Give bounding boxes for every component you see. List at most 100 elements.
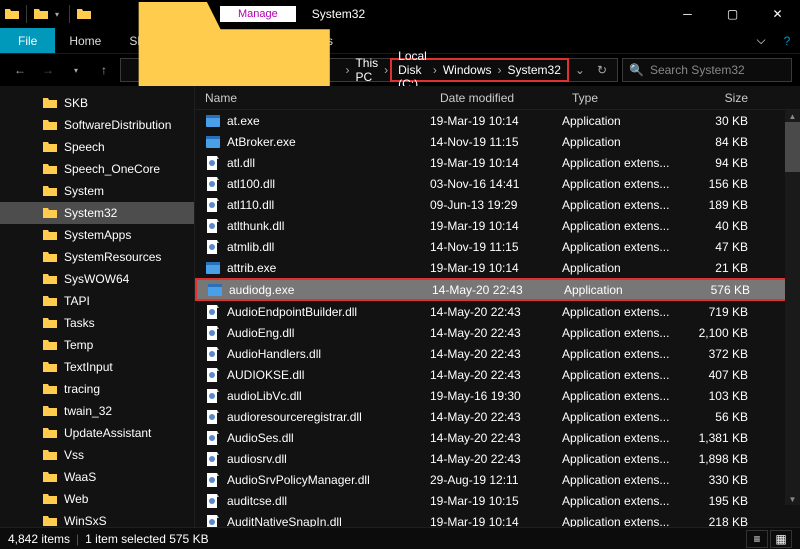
file-name: attrib.exe bbox=[227, 261, 276, 275]
folder-icon[interactable] bbox=[76, 6, 92, 22]
file-type: Application bbox=[564, 283, 682, 297]
file-name: auditcse.dll bbox=[227, 494, 287, 508]
forward-button[interactable]: → bbox=[36, 58, 60, 82]
tree-item-tracing[interactable]: tracing bbox=[0, 378, 194, 400]
chevron-right-icon[interactable]: › bbox=[431, 63, 439, 77]
thumbnails-view-button[interactable]: ▦ bbox=[770, 530, 792, 548]
file-row[interactable]: audiosrv.dll14-May-20 22:43Application e… bbox=[195, 448, 800, 469]
file-row[interactable]: at.exe19-Mar-19 10:14Application30 KB bbox=[195, 110, 800, 131]
tree-item-speech[interactable]: Speech bbox=[0, 136, 194, 158]
breadcrumb-windows[interactable]: Windows bbox=[439, 59, 496, 81]
tree-item-vss[interactable]: Vss bbox=[0, 444, 194, 466]
file-name: audiodg.exe bbox=[229, 283, 294, 297]
chevron-right-icon[interactable]: › bbox=[496, 63, 504, 77]
scrollbar-thumb[interactable] bbox=[785, 122, 800, 172]
file-type: Application extens... bbox=[562, 326, 680, 340]
file-type: Application bbox=[562, 135, 680, 149]
tree-item-syswow64[interactable]: SysWOW64 bbox=[0, 268, 194, 290]
file-size: 195 KB bbox=[680, 494, 762, 508]
tree-item-textinput[interactable]: TextInput bbox=[0, 356, 194, 378]
file-row[interactable]: AuditNativeSnapIn.dll19-Mar-19 10:14Appl… bbox=[195, 511, 800, 527]
file-name: AUDIOKSE.dll bbox=[227, 368, 304, 382]
file-row[interactable]: audioLibVc.dll19-May-16 19:30Application… bbox=[195, 385, 800, 406]
tree-item-softwaredistribution[interactable]: SoftwareDistribution bbox=[0, 114, 194, 136]
title-bar: ▾ Manage System32 ─ ▢ ✕ bbox=[0, 0, 800, 28]
col-size[interactable]: Size bbox=[680, 91, 762, 105]
file-row[interactable]: attrib.exe19-Mar-19 10:14Application21 K… bbox=[195, 257, 800, 278]
col-name[interactable]: Name bbox=[195, 91, 430, 105]
tree-item-speech_onecore[interactable]: Speech_OneCore bbox=[0, 158, 194, 180]
tab-home[interactable]: Home bbox=[55, 28, 115, 53]
file-date: 14-May-20 22:43 bbox=[430, 347, 562, 361]
file-row[interactable]: atl110.dll09-Jun-13 19:29Application ext… bbox=[195, 194, 800, 215]
file-rows: at.exe19-Mar-19 10:14Application30 KBAtB… bbox=[195, 110, 800, 527]
file-name: AudioSes.dll bbox=[227, 431, 294, 445]
breadcrumb-system32[interactable]: System32 bbox=[504, 59, 565, 81]
minimize-button[interactable]: ─ bbox=[665, 0, 710, 28]
highlighted-path: Local Disk (C:) › Windows › System32 bbox=[390, 58, 569, 82]
tree-item-updateassistant[interactable]: UpdateAssistant bbox=[0, 422, 194, 444]
close-button[interactable]: ✕ bbox=[755, 0, 800, 28]
breadcrumb-thispc[interactable]: This PC bbox=[351, 59, 382, 81]
details-view-button[interactable]: ≡ bbox=[746, 530, 768, 548]
file-row[interactable]: AudioEng.dll14-May-20 22:43Application e… bbox=[195, 322, 800, 343]
help-button[interactable]: ? bbox=[774, 28, 800, 53]
col-date[interactable]: Date modified bbox=[430, 91, 562, 105]
file-row[interactable]: atmlib.dll14-Nov-19 11:15Application ext… bbox=[195, 236, 800, 257]
file-row[interactable]: atl.dll19-Mar-19 10:14Application extens… bbox=[195, 152, 800, 173]
file-date: 14-May-20 22:43 bbox=[430, 431, 562, 445]
tree-item-systemresources[interactable]: SystemResources bbox=[0, 246, 194, 268]
file-size: 1,898 KB bbox=[680, 452, 762, 466]
folder-icon[interactable] bbox=[33, 6, 49, 22]
scroll-up-icon[interactable]: ▲ bbox=[785, 110, 800, 122]
navigation-tree[interactable]: SKBSoftwareDistributionSpeechSpeech_OneC… bbox=[0, 86, 195, 527]
tree-item-tapi[interactable]: TAPI bbox=[0, 290, 194, 312]
recent-locations-button[interactable]: ▾ bbox=[64, 58, 88, 82]
file-row[interactable]: AudioHandlers.dll14-May-20 22:43Applicat… bbox=[195, 343, 800, 364]
file-size: 218 KB bbox=[680, 515, 762, 528]
chevron-right-icon[interactable]: › bbox=[382, 63, 390, 77]
chevron-down-icon[interactable]: ▾ bbox=[51, 10, 63, 19]
file-size: 576 KB bbox=[682, 283, 764, 297]
address-bar[interactable]: › This PC › Local Disk (C:) › Windows › … bbox=[120, 58, 618, 82]
file-type: Application extens... bbox=[562, 452, 680, 466]
vertical-scrollbar[interactable]: ▲ ▼ bbox=[785, 110, 800, 505]
file-row[interactable]: AudioSrvPolicyManager.dll29-Aug-19 12:11… bbox=[195, 469, 800, 490]
file-row[interactable]: atl100.dll03-Nov-16 14:41Application ext… bbox=[195, 173, 800, 194]
file-size: 30 KB bbox=[680, 114, 762, 128]
refresh-button[interactable]: ↻ bbox=[591, 63, 613, 77]
file-name: AudioHandlers.dll bbox=[227, 347, 321, 361]
up-button[interactable]: ↑ bbox=[92, 58, 116, 82]
tree-item-twain_32[interactable]: twain_32 bbox=[0, 400, 194, 422]
tree-item-web[interactable]: Web bbox=[0, 488, 194, 510]
file-row[interactable]: atlthunk.dll19-Mar-19 10:14Application e… bbox=[195, 215, 800, 236]
chevron-right-icon[interactable]: › bbox=[343, 63, 351, 77]
file-name: AtBroker.exe bbox=[227, 135, 296, 149]
file-row[interactable]: auditcse.dll19-Mar-19 10:15Application e… bbox=[195, 490, 800, 511]
file-row[interactable]: audiodg.exe14-May-20 22:43Application576… bbox=[195, 278, 800, 301]
file-row[interactable]: AudioEndpointBuilder.dll14-May-20 22:43A… bbox=[195, 301, 800, 322]
tree-item-winsxs[interactable]: WinSxS bbox=[0, 510, 194, 527]
file-date: 19-Mar-19 10:14 bbox=[430, 219, 562, 233]
ribbon-collapse-button[interactable]: ⌵ bbox=[748, 28, 774, 53]
tree-item-waas[interactable]: WaaS bbox=[0, 466, 194, 488]
file-row[interactable]: AudioSes.dll14-May-20 22:43Application e… bbox=[195, 427, 800, 448]
tree-item-system[interactable]: System bbox=[0, 180, 194, 202]
back-button[interactable]: ← bbox=[8, 58, 32, 82]
file-row[interactable]: AUDIOKSE.dll14-May-20 22:43Application e… bbox=[195, 364, 800, 385]
file-row[interactable]: audioresourceregistrar.dll14-May-20 22:4… bbox=[195, 406, 800, 427]
tree-item-temp[interactable]: Temp bbox=[0, 334, 194, 356]
maximize-button[interactable]: ▢ bbox=[710, 0, 755, 28]
tree-item-tasks[interactable]: Tasks bbox=[0, 312, 194, 334]
tree-item-system32[interactable]: System32 bbox=[0, 202, 194, 224]
file-row[interactable]: AtBroker.exe14-Nov-19 11:15Application84… bbox=[195, 131, 800, 152]
search-input[interactable]: 🔍 Search System32 bbox=[622, 58, 792, 82]
breadcrumb-localdisk[interactable]: Local Disk (C:) bbox=[394, 59, 431, 81]
scroll-down-icon[interactable]: ▼ bbox=[785, 493, 800, 505]
file-menu[interactable]: File bbox=[0, 28, 55, 53]
tree-item-systemapps[interactable]: SystemApps bbox=[0, 224, 194, 246]
file-name: audioresourceregistrar.dll bbox=[227, 410, 362, 424]
tree-item-skb[interactable]: SKB bbox=[0, 92, 194, 114]
col-type[interactable]: Type bbox=[562, 91, 680, 105]
address-dropdown[interactable]: ⌄ bbox=[569, 63, 591, 77]
